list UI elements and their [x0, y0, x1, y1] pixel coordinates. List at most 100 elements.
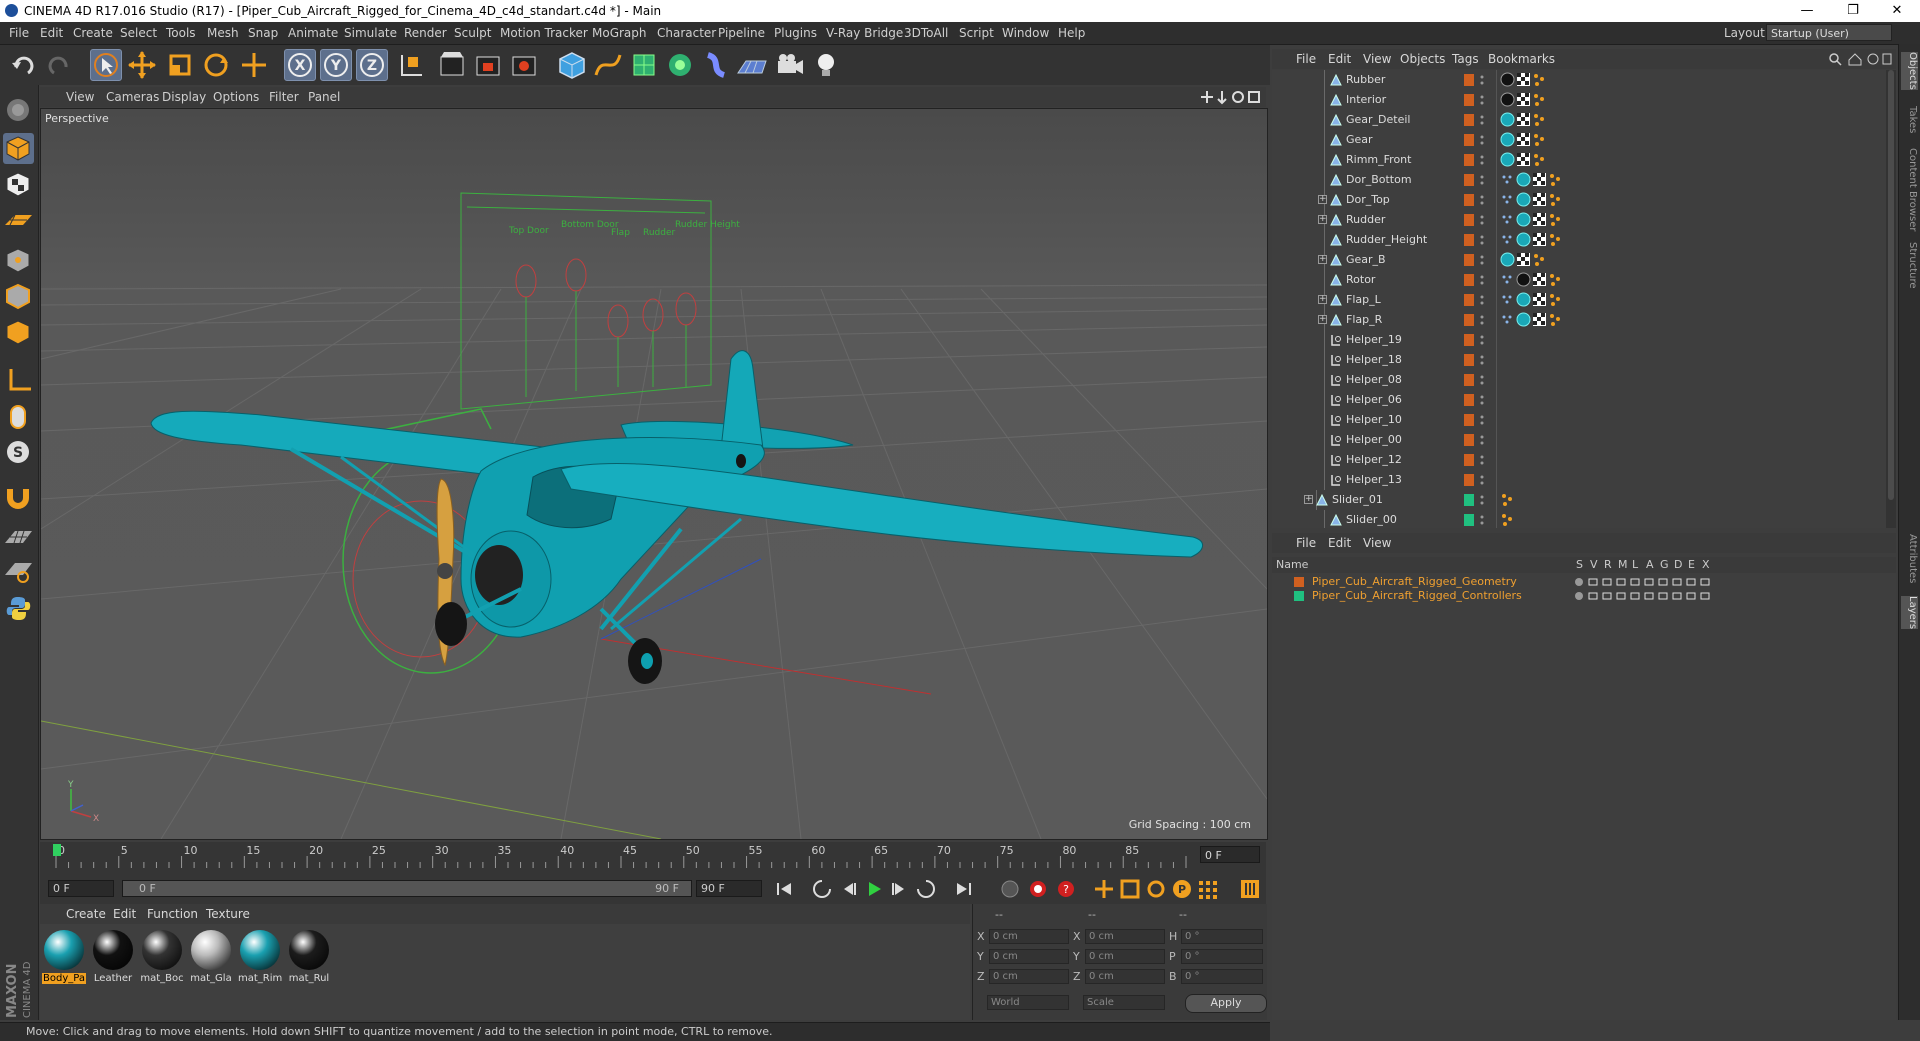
material-swatch[interactable]: mat_Boc: [140, 928, 184, 990]
selection-tag-icon[interactable]: [1500, 172, 1515, 187]
timeline-window-icon[interactable]: [1238, 878, 1262, 900]
visibility-dots-icon[interactable]: [1480, 234, 1484, 246]
material-tag-icon[interactable]: [1500, 152, 1515, 167]
polygons-mode-icon[interactable]: [3, 317, 34, 348]
live-selection-icon[interactable]: [90, 49, 122, 81]
material-swatch[interactable]: Body_Pa: [42, 928, 86, 990]
material-tag-icon[interactable]: [1500, 92, 1515, 107]
magnet-icon[interactable]: [3, 481, 34, 512]
menu-help[interactable]: Help: [1058, 26, 1085, 40]
object-row[interactable]: Gear_Deteil: [1272, 110, 1884, 130]
menu-3dtoall[interactable]: 3DToAll: [904, 26, 948, 40]
texture-tag-icon[interactable]: [1516, 72, 1531, 87]
menu-edit[interactable]: Edit: [40, 26, 63, 40]
edges-mode-icon[interactable]: [3, 281, 34, 312]
xpresso-tag-icon[interactable]: [1532, 72, 1547, 87]
selection-tag-icon[interactable]: [1500, 232, 1515, 247]
visibility-dots-icon[interactable]: [1480, 94, 1484, 106]
expand-toggle-icon[interactable]: +: [1318, 255, 1327, 264]
objects-menu-edit[interactable]: Edit: [1328, 52, 1351, 66]
viewport-navigation-icons[interactable]: [1200, 89, 1264, 105]
layer-flag-toggle[interactable]: [1588, 591, 1598, 601]
autokey-icon[interactable]: ?: [1054, 878, 1078, 900]
visibility-dots-icon[interactable]: [1480, 274, 1484, 286]
layer-color-swatch[interactable]: [1464, 434, 1474, 446]
timeline-ruler[interactable]: 051015202530354045505560657075808590 0 F: [40, 842, 1266, 874]
size-mode-select[interactable]: Scale: [1083, 995, 1165, 1010]
layer-flag-toggle[interactable]: [1630, 591, 1640, 601]
layer-flag-toggle[interactable]: [1574, 591, 1584, 601]
visibility-dots-icon[interactable]: [1480, 334, 1484, 346]
texture-tag-icon[interactable]: [1516, 92, 1531, 107]
key-parameter-icon[interactable]: P: [1170, 878, 1194, 900]
next-key-icon[interactable]: [914, 878, 938, 900]
menu-pipeline[interactable]: Pipeline: [718, 26, 765, 40]
light-icon[interactable]: [810, 49, 842, 81]
record-keyframe-icon[interactable]: [1026, 878, 1050, 900]
close-button[interactable]: ✕: [1874, 0, 1920, 22]
layer-color-swatch[interactable]: [1464, 254, 1474, 266]
model-mode-icon[interactable]: [3, 133, 34, 164]
render-view-icon[interactable]: [436, 49, 468, 81]
object-row[interactable]: Helper_08: [1272, 370, 1884, 390]
layer-color-swatch[interactable]: [1464, 114, 1474, 126]
position-z-field[interactable]: 0 cm: [989, 969, 1069, 984]
cube-object-icon[interactable]: [556, 49, 588, 81]
object-row[interactable]: Slider_00: [1272, 510, 1884, 528]
workplane-icon[interactable]: [3, 205, 34, 236]
grid-snap-icon[interactable]: [3, 521, 34, 552]
layer-flag-header[interactable]: X: [1702, 558, 1710, 571]
texture-tag-icon[interactable]: [1516, 252, 1531, 267]
layers-menu-view[interactable]: View: [1363, 536, 1391, 550]
tab-layers[interactable]: Layers: [1901, 596, 1918, 630]
texture-tag-icon[interactable]: [1516, 132, 1531, 147]
menu-select[interactable]: Select: [120, 26, 157, 40]
expand-toggle-icon[interactable]: +: [1318, 195, 1327, 204]
texture-tag-icon[interactable]: [1532, 212, 1547, 227]
viewport-menu-view[interactable]: View: [66, 90, 94, 104]
redo-icon[interactable]: [42, 49, 74, 81]
objects-menu-tags[interactable]: Tags: [1452, 52, 1479, 66]
viewport-menu-options[interactable]: Options: [213, 90, 259, 104]
subdivision-surface-icon[interactable]: [628, 49, 660, 81]
material-tag-icon[interactable]: [1516, 192, 1531, 207]
menu-mesh[interactable]: Mesh: [207, 26, 239, 40]
layer-color-swatch[interactable]: [1464, 414, 1474, 426]
apply-button[interactable]: Apply: [1185, 994, 1267, 1013]
object-row[interactable]: + Rudder: [1272, 210, 1884, 230]
tab-objects[interactable]: Objects: [1901, 52, 1918, 90]
object-row[interactable]: Helper_12: [1272, 450, 1884, 470]
objects-menu-view[interactable]: View: [1363, 52, 1391, 66]
undo-icon[interactable]: [8, 49, 40, 81]
layer-flag-header[interactable]: D: [1674, 558, 1682, 571]
layers-menu-file[interactable]: File: [1296, 536, 1316, 550]
render-region-icon[interactable]: [472, 49, 504, 81]
layout-select[interactable]: Startup (User): [1766, 24, 1892, 41]
xpresso-tag-icon[interactable]: [1500, 512, 1515, 527]
frame-range-slider[interactable]: 0 F 90 F: [122, 880, 692, 897]
visibility-dots-icon[interactable]: [1480, 374, 1484, 386]
menu-sculpt[interactable]: Sculpt: [454, 26, 491, 40]
material-menu-edit[interactable]: Edit: [113, 907, 136, 921]
material-tag-icon[interactable]: [1500, 72, 1515, 87]
xpresso-tag-icon[interactable]: [1500, 492, 1515, 507]
pen-spline-icon[interactable]: [592, 49, 624, 81]
layer-flag-toggle[interactable]: [1602, 577, 1612, 587]
object-row[interactable]: + Gear_B: [1272, 250, 1884, 270]
object-row[interactable]: Interior: [1272, 90, 1884, 110]
xpresso-tag-icon[interactable]: [1548, 172, 1563, 187]
material-tag-icon[interactable]: [1516, 292, 1531, 307]
tab-structure[interactable]: Structure: [1901, 242, 1918, 289]
object-row[interactable]: Rubber: [1272, 70, 1884, 90]
layer-flag-toggle[interactable]: [1672, 591, 1682, 601]
expand-toggle-icon[interactable]: +: [1304, 495, 1313, 504]
visibility-dots-icon[interactable]: [1480, 254, 1484, 266]
viewport-scene[interactable]: Top Door Bottom Door Flap Rudder Rudder …: [41, 109, 1267, 839]
playhead-marker[interactable]: [53, 844, 61, 856]
layers-menu-edit[interactable]: Edit: [1328, 536, 1351, 550]
object-row[interactable]: Rudder_Height: [1272, 230, 1884, 250]
visibility-dots-icon[interactable]: [1480, 514, 1484, 526]
key-scale-icon[interactable]: [1118, 878, 1142, 900]
visibility-dots-icon[interactable]: [1480, 214, 1484, 226]
coordinate-space-select[interactable]: World: [987, 995, 1069, 1010]
